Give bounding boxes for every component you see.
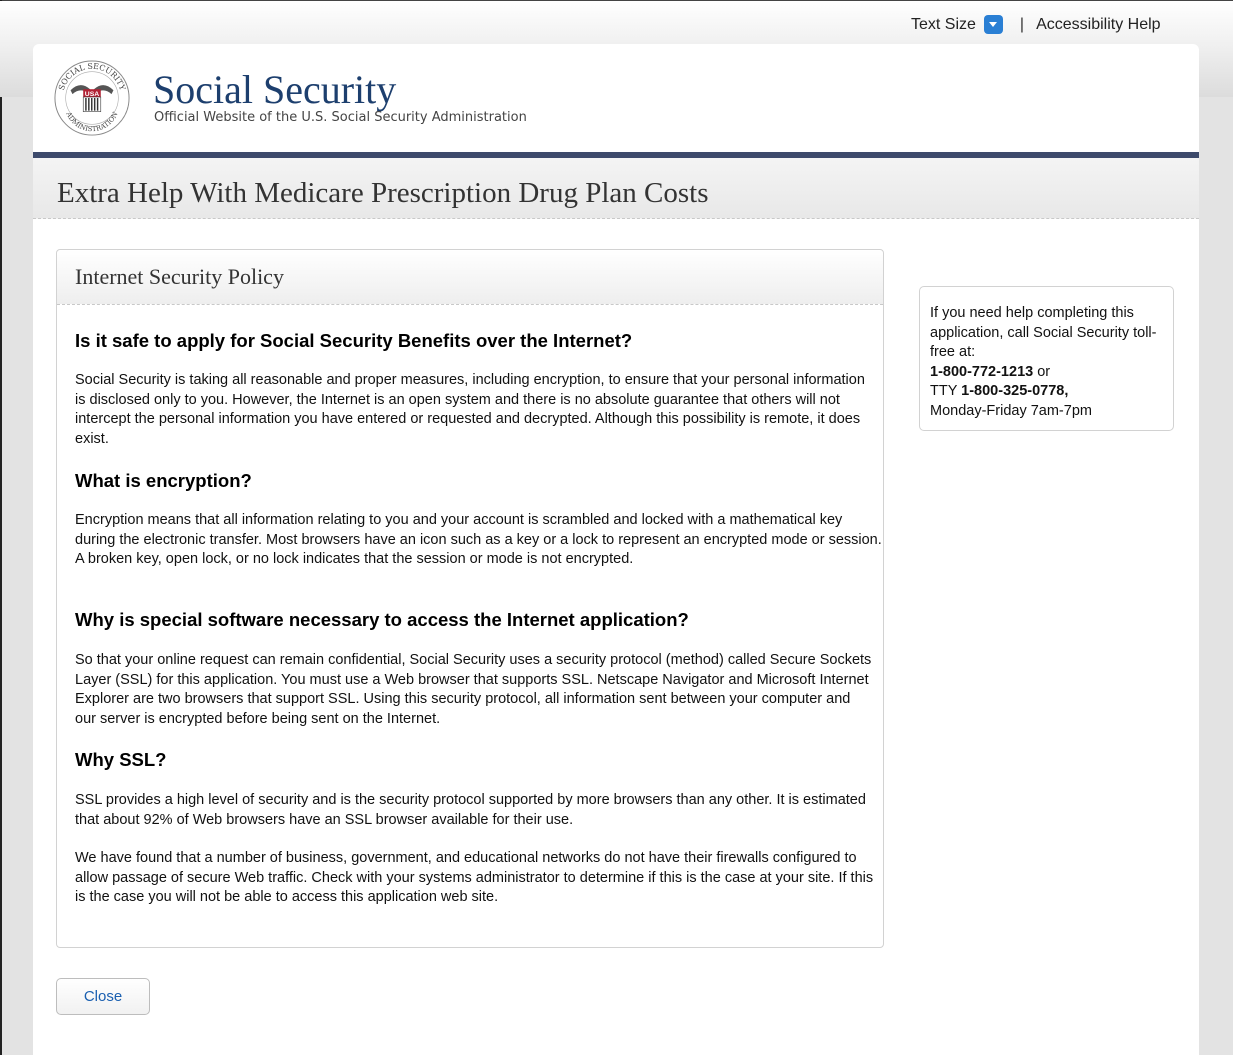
utility-bar: Text Size | Accessibility Help [911, 15, 1161, 34]
help-or: or [1033, 363, 1051, 380]
faq-answer: Encryption means that all information re… [75, 512, 882, 567]
right-gutter [1199, 97, 1233, 1055]
text-size-dropdown-icon[interactable] [983, 15, 1003, 34]
faq-answer: SSL provides a high level of security an… [75, 792, 866, 828]
policy-title: Internet Security Policy [75, 264, 284, 289]
help-hours: Monday-Friday 7am-7pm [930, 402, 1092, 419]
utility-separator: | [1019, 15, 1025, 33]
close-button[interactable]: Close [56, 978, 150, 1015]
faq-answer: So that your online request can remain c… [75, 652, 872, 727]
faq-question: Why SSL? [75, 749, 167, 770]
site-brand-subtitle: Official Website of the U.S. Social Secu… [154, 110, 527, 125]
page-container: SOCIAL SECURITY ADMINISTRATION USA Socia… [33, 44, 1199, 1055]
ssa-seal-logo: SOCIAL SECURITY ADMINISTRATION USA [54, 60, 130, 136]
page-title-band: Extra Help With Medicare Prescription Dr… [33, 158, 1199, 219]
policy-panel-header: Internet Security Policy [57, 250, 883, 305]
text-size-label[interactable]: Text Size [911, 16, 976, 34]
faq-question: Is it safe to apply for Social Security … [75, 330, 633, 351]
faq-answer-extra: We have found that a number of business,… [75, 850, 874, 905]
faq-answer: Social Security is taking all reasonable… [75, 372, 865, 447]
help-phone-number: 1-800-772-1213 [930, 363, 1034, 380]
page-title: Extra Help With Medicare Prescription Dr… [57, 177, 709, 209]
help-tty-number: 1-800-325-0778, [961, 383, 1069, 399]
site-header: SOCIAL SECURITY ADMINISTRATION USA Socia… [33, 44, 1199, 152]
accessibility-help-link[interactable]: Accessibility Help [1036, 16, 1160, 34]
faq-question: What is encryption? [75, 470, 252, 491]
security-policy-panel: Internet Security Policy Is it safe to a… [56, 249, 884, 948]
help-contact-box: If you need help completing this applica… [919, 286, 1174, 431]
help-tty-label: TTY [930, 383, 962, 399]
help-intro: If you need help completing this applica… [930, 305, 1157, 360]
left-gutter [2, 97, 33, 1055]
site-brand-name[interactable]: Social Security [153, 68, 396, 112]
faq-question: Why is special software necessary to acc… [75, 609, 689, 630]
